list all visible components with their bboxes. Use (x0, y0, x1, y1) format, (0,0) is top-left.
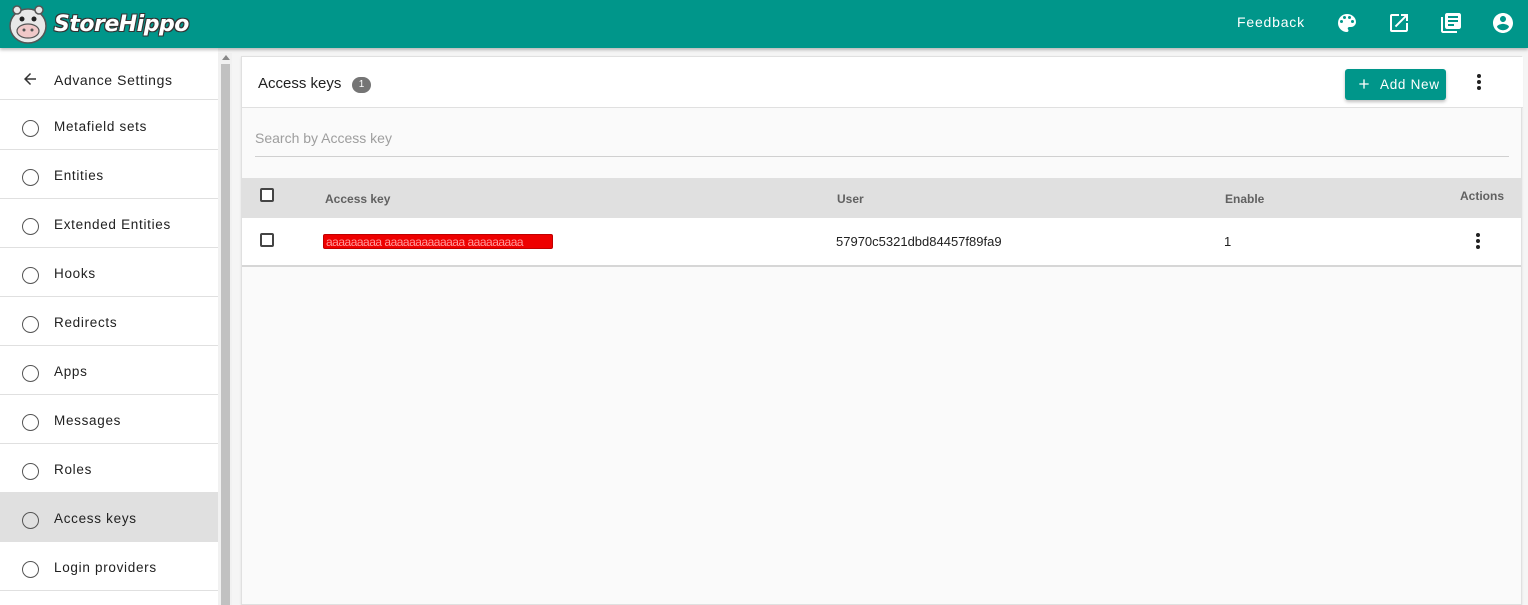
sidebar-item-redirects[interactable]: Redirects (0, 297, 218, 346)
sidebar: Advance Settings Metafield sets Entities E… (0, 48, 218, 605)
page-title: Access keys (258, 75, 342, 92)
account-circle-icon[interactable] (1491, 11, 1515, 35)
radio-circle-icon (22, 120, 39, 137)
sidebar-title: Advance Settings (54, 72, 173, 88)
top-app-bar: StoreHippo Feedback (0, 0, 1528, 48)
sidebar-item-label: Login providers (54, 560, 157, 575)
sidebar-header: Advance Settings (0, 56, 218, 100)
scroll-up-arrow-icon[interactable] (222, 55, 230, 60)
hippo-mascot-icon (9, 5, 47, 44)
sidebar-item-label: Messages (54, 413, 122, 428)
sidebar-item-label: Access keys (54, 511, 137, 526)
feedback-link[interactable]: Feedback (1237, 14, 1305, 30)
radio-circle-icon (22, 218, 39, 235)
sidebar-item-label: Redirects (54, 315, 118, 330)
sidebar-item-apps[interactable]: Apps (0, 346, 218, 395)
sidebar-item-entities[interactable]: Entities (0, 150, 218, 199)
radio-circle-icon (22, 512, 39, 529)
sidebar-item-login-providers[interactable]: Login providers (0, 542, 218, 591)
column-header-user[interactable]: User (837, 192, 864, 206)
sidebar-item-label: Extended Entities (54, 217, 171, 232)
table-header: Access key User Enable Actions (242, 178, 1521, 218)
count-badge: 1 (352, 77, 371, 93)
sidebar-item-metafield-sets[interactable]: Metafield sets (0, 101, 218, 150)
radio-circle-icon (22, 365, 39, 382)
more-vert-icon[interactable] (1476, 74, 1482, 92)
plus-icon (1356, 76, 1372, 92)
radio-circle-icon (22, 169, 39, 186)
column-header-access-key[interactable]: Access key (325, 192, 390, 206)
sidebar-item-roles[interactable]: Roles (0, 444, 218, 493)
row-actions-more-vert-icon[interactable] (1475, 233, 1481, 251)
column-header-enable[interactable]: Enable (1225, 192, 1264, 206)
sidebar-item-hooks[interactable]: Hooks (0, 248, 218, 297)
access-keys-panel: Access keys 1 Add New Access key User En… (241, 56, 1523, 605)
sidebar-item-label: Metafield sets (54, 119, 148, 134)
row-checkbox[interactable] (260, 233, 274, 247)
brand-logo[interactable]: StoreHippo (6, 2, 189, 46)
add-new-button[interactable]: Add New (1345, 69, 1446, 100)
palette-icon[interactable] (1335, 11, 1359, 35)
search-field[interactable] (255, 121, 1509, 157)
open-in-new-icon[interactable] (1387, 11, 1411, 35)
sidebar-item-label: Apps (54, 364, 88, 379)
user-cell: 57970c5321dbd84457f89fa9 (836, 234, 1002, 249)
column-header-actions: Actions (1460, 189, 1505, 203)
access-key-redacted[interactable]: aaaaaaaaa aaaaaaaaaaaaa aaaaaaaaa (323, 234, 553, 249)
radio-circle-icon (22, 316, 39, 333)
radio-circle-icon (22, 561, 39, 578)
arrow-back-icon[interactable] (21, 70, 39, 88)
table-row[interactable]: aaaaaaaaa aaaaaaaaaaaaa aaaaaaaaa 57970c… (242, 218, 1521, 267)
sidebar-item-extended-entities[interactable]: Extended Entities (0, 199, 218, 248)
radio-circle-icon (22, 463, 39, 480)
sidebar-scroll-thumb[interactable] (221, 64, 230, 605)
sidebar-item-label: Entities (54, 168, 104, 183)
enable-cell: 1 (1224, 234, 1232, 249)
sidebar-item-label: Hooks (54, 266, 96, 281)
sidebar-item-messages[interactable]: Messages (0, 395, 218, 444)
brand-name: StoreHippo (54, 11, 189, 37)
panel-header: Access keys 1 Add New (242, 57, 1523, 108)
radio-circle-icon (22, 414, 39, 431)
radio-circle-icon (22, 267, 39, 284)
add-new-label: Add New (1380, 77, 1440, 92)
sidebar-item-access-keys[interactable]: Access keys (0, 493, 218, 542)
search-input[interactable] (255, 121, 1509, 155)
library-books-icon[interactable] (1439, 11, 1463, 35)
access-key-value: aaaaaaaaa aaaaaaaaaaaaa aaaaaaaaa (326, 235, 524, 249)
select-all-checkbox[interactable] (260, 188, 274, 202)
sidebar-item-label: Roles (54, 462, 93, 477)
